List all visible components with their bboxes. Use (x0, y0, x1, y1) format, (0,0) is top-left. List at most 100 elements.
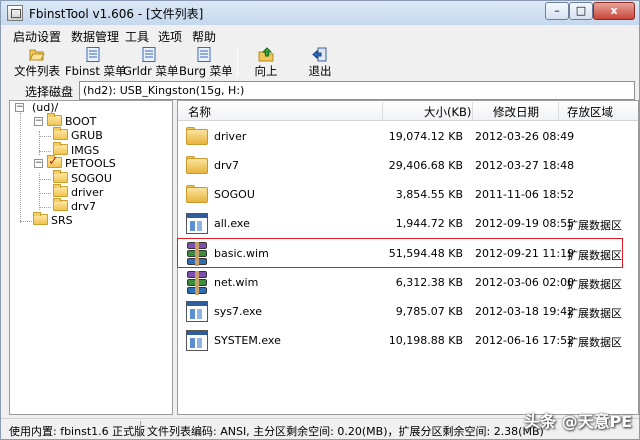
close-button[interactable]: x (593, 2, 635, 20)
watermark: 头条 @天意PE (524, 412, 633, 431)
tree-guide-line (39, 193, 51, 194)
file-size: 9,785.07 KB (395, 305, 463, 318)
file-modified: 2012-03-26 08:49 (475, 130, 575, 143)
menu-doc-icon (197, 47, 211, 62)
disk-selector-dropdown[interactable]: (hd2): USB_Kingston(15g, H:) (79, 81, 635, 100)
file-area: 扩展数据区 (567, 307, 622, 320)
tree-expander[interactable]: − (34, 159, 43, 168)
column-name[interactable]: 名称 (188, 104, 211, 120)
folder-icon (53, 184, 68, 197)
file-modified: 2012-09-21 11:19 (475, 247, 575, 260)
file-name: net.wim (214, 276, 259, 289)
column-modified[interactable]: 修改日期 (493, 104, 539, 120)
tree-guide-line (20, 221, 32, 222)
menu-data-management[interactable]: 数据管理 (71, 28, 119, 45)
column-area[interactable]: 存放区域 (567, 104, 613, 120)
toolbar-separator (237, 49, 238, 77)
selected-check-icon: ✓ (48, 154, 59, 169)
file-modified: 2012-09-19 08:55 (475, 217, 575, 230)
file-row[interactable]: driver 19,074.12 KB 2012-03-26 08:49 (178, 122, 638, 152)
tree-node-imgs[interactable]: IMGS (53, 142, 99, 158)
fbinst-menu-button[interactable]: Fbinst 菜单 (65, 46, 127, 78)
toolbar: 文件列表 Fbinst 菜单 Grldr 菜单 Burg 菜单 向上 退出 (1, 46, 639, 80)
menu-doc-icon (86, 47, 100, 62)
app-icon (7, 5, 23, 21)
folder-icon (53, 170, 68, 183)
status-info: 文件列表编码: ANSI, 主分区剩余空间: 0.20(MB)，扩展分区剩余空间… (147, 425, 544, 438)
menu-options[interactable]: 选项 (158, 28, 182, 45)
exe-icon (186, 301, 208, 322)
file-size: 6,312.38 KB (395, 276, 463, 289)
file-modified: 2012-06-16 17:52 (475, 334, 575, 347)
tree-guide-line (39, 207, 51, 208)
column-divider[interactable] (558, 102, 559, 120)
disk-selector-label: 选择磁盘 (25, 85, 74, 99)
tree-node-srs[interactable]: SRS (33, 212, 73, 228)
file-name: SYSTEM.exe (214, 334, 281, 347)
tree-expander[interactable]: − (34, 117, 43, 126)
file-size: 3,854.55 KB (395, 188, 463, 201)
folder-icon (186, 156, 208, 174)
archive-icon (186, 242, 208, 266)
file-modified: 2012-03-27 18:48 (475, 159, 575, 172)
file-size: 51,594.48 KB (388, 247, 463, 260)
menu-boot-settings[interactable]: 启动设置 (13, 28, 61, 45)
exe-icon (186, 213, 208, 234)
exit-icon (312, 47, 327, 62)
file-area: 扩展数据区 (567, 249, 622, 262)
column-divider[interactable] (382, 102, 383, 120)
maximize-button[interactable]: □ (569, 2, 593, 20)
column-size[interactable]: 大小(KB) (424, 104, 471, 120)
archive-icon (186, 271, 208, 295)
file-area: 扩展数据区 (567, 278, 622, 291)
folder-icon (53, 198, 68, 211)
folder-icon (186, 185, 208, 203)
tree-node-sogou[interactable]: SOGOU (53, 170, 112, 186)
tree-expander[interactable]: − (15, 103, 24, 112)
folder-icon (33, 212, 48, 225)
file-size: 10,198.88 KB (388, 334, 463, 347)
file-list: 名称 大小(KB) 修改日期 存放区域 driver 19,074.12 KB … (177, 100, 639, 415)
file-list-header: 名称 大小(KB) 修改日期 存放区域 (178, 101, 638, 121)
tree-node-drv7[interactable]: drv7 (53, 198, 96, 214)
folder-icon (186, 127, 208, 145)
tree-guide-line (20, 113, 21, 223)
file-modified: 2012-03-06 02:00 (475, 276, 575, 289)
menu-help[interactable]: 帮助 (192, 28, 216, 45)
tree-guide-line (39, 151, 51, 152)
file-name: basic.wim (214, 247, 269, 260)
menu-tools[interactable]: 工具 (125, 28, 149, 45)
file-size: 1,944.72 KB (395, 217, 463, 230)
file-area: 扩展数据区 (567, 336, 622, 349)
menu-bar: 启动设置 数据管理 工具 选项 帮助 (1, 26, 639, 45)
folder-icon (53, 127, 68, 140)
up-arrow-icon (258, 47, 274, 62)
tree-node-grub[interactable]: GRUB (53, 127, 103, 143)
file-modified: 2012-03-18 19:42 (475, 305, 575, 318)
file-row[interactable]: sys7.exe 9,785.07 KB 2012-03-18 19:42 扩展… (178, 297, 638, 327)
folder-open-icon (29, 49, 45, 61)
file-size: 29,406.68 KB (388, 159, 463, 172)
minimize-button[interactable]: – (545, 2, 569, 20)
file-name: drv7 (214, 159, 240, 172)
menu-doc-icon (142, 47, 156, 62)
file-row[interactable]: SOGOU 3,854.55 KB 2011-11-06 18:52 (178, 180, 638, 210)
burg-menu-button[interactable]: Burg 菜单 (179, 46, 233, 78)
up-button[interactable]: 向上 (249, 46, 283, 78)
directory-tree: − (ud)/ − BOOT GRUB IMGS − PETOOLS ✓ SOG… (9, 100, 173, 415)
file-row[interactable]: drv7 29,406.68 KB 2012-03-27 18:48 (178, 151, 638, 181)
file-row[interactable]: all.exe 1,944.72 KB 2012-09-19 08:55 扩展数… (178, 209, 638, 239)
exe-icon (186, 330, 208, 351)
tree-guide-line (39, 136, 51, 137)
title-bar[interactable]: FbinstTool v1.606 - [文件列表] – □ x (1, 1, 639, 25)
file-row[interactable]: SYSTEM.exe 10,198.88 KB 2012-06-16 17:52… (178, 326, 638, 356)
file-row[interactable]: basic.wim 51,594.48 KB 2012-09-21 11:19 … (178, 239, 638, 269)
column-divider[interactable] (472, 102, 473, 120)
window-title: FbinstTool v1.606 - [文件列表] (29, 7, 204, 21)
grldr-menu-button[interactable]: Grldr 菜单 (123, 46, 179, 78)
file-name: sys7.exe (214, 305, 262, 318)
file-list-button[interactable]: 文件列表 (13, 46, 61, 78)
file-area: 扩展数据区 (567, 219, 622, 232)
exit-button[interactable]: 退出 (303, 46, 337, 78)
file-row[interactable]: net.wim 6,312.38 KB 2012-03-06 02:00 扩展数… (178, 268, 638, 298)
